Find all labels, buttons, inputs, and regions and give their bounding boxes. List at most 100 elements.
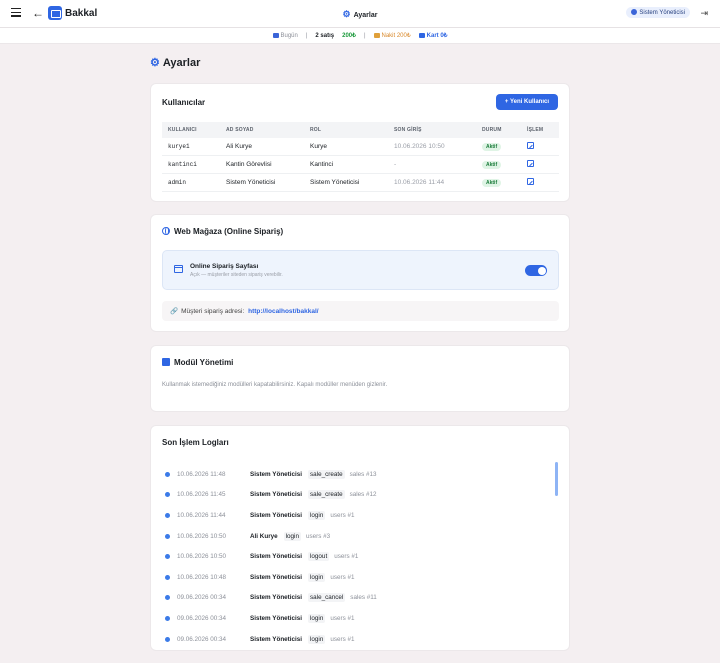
log-user: Sistem Yöneticisi (250, 553, 303, 561)
log-time: 09.06.2026 00:34 (177, 594, 227, 602)
log-item: 09.06.2026 00:34 Sistem Yöneticisi login us… (165, 608, 545, 629)
url-label: Müşteri sipariş adresi: (181, 308, 245, 315)
page-title: ⚙ Ayarlar (150, 56, 200, 69)
logout-icon[interactable]: ⇥ (700, 8, 708, 19)
users-card-title: Kullanıcılar (162, 98, 206, 107)
log-dot (165, 574, 170, 580)
log-list: 10.06.2026 11:48 Sistem Yöneticisi sale_cr… (165, 464, 545, 649)
cash-icon (373, 33, 380, 38)
last-login-cell: 10.06.2026 11:44 (388, 173, 476, 192)
order-url-row: 🔗 Müşteri sipariş adresi: http://localhos… (162, 301, 559, 321)
log-item: 09.06.2026 00:34 Sistem Yöneticisi sale_ca… (165, 588, 545, 609)
log-target: users #1 (330, 614, 355, 622)
log-time: 10.06.2026 10:48 (177, 573, 227, 581)
log-action: login (283, 531, 301, 541)
log-dot (165, 636, 170, 642)
user-chip[interactable]: Sistem Yöneticisi (626, 7, 690, 18)
total-amount: 200₺ (342, 33, 356, 39)
puzzle-icon (162, 358, 170, 366)
log-time: 10.06.2026 10:50 (177, 532, 227, 540)
log-action: logout (308, 552, 330, 562)
logs-card: Son İşlem Logları 10.06.2026 11:48 Sistem… (150, 425, 570, 651)
page-breadcrumb: ⚙ Ayarlar (0, 9, 720, 20)
card-stat: Kart 0₺ (418, 32, 448, 39)
action-cell (521, 173, 559, 192)
log-target: users #3 (305, 532, 331, 540)
full-name-cell: Ali Kurye (220, 138, 304, 156)
status-badge: Aktif (482, 160, 502, 169)
cash-label: Nakit 200₺ (381, 33, 411, 39)
edit-icon[interactable] (527, 160, 534, 167)
log-action: sale_cancel (308, 593, 346, 603)
col-header: İŞLEM (521, 122, 559, 138)
online-order-toggle[interactable] (525, 265, 547, 276)
web-store-title: Web Mağaza (Online Sipariş) (162, 227, 283, 236)
cash-stat: Nakit 200₺ (373, 32, 411, 39)
log-target: sales #11 (350, 594, 377, 602)
username-cell: kantinci (162, 155, 220, 174)
logs-title: Son İşlem Logları (162, 438, 229, 447)
log-target: users #1 (330, 635, 355, 643)
log-item: 10.06.2026 11:48 Sistem Yöneticisi sale_cr… (165, 464, 545, 485)
role-cell: Kurye (304, 138, 388, 156)
col-header: ROL (304, 122, 388, 138)
breadcrumb-label: Ayarlar (353, 12, 378, 19)
log-user: Sistem Yöneticisi (250, 470, 303, 478)
log-dot (165, 533, 170, 539)
log-target: sales #12 (349, 491, 377, 499)
col-header: DURUM (476, 122, 521, 138)
order-url-link[interactable]: http://localhost/bakkal/ (248, 308, 318, 315)
log-time: 10.06.2026 11:48 (177, 470, 226, 478)
user-name: Sistem Yöneticisi (639, 10, 685, 16)
log-user: Sistem Yöneticisi (250, 635, 303, 643)
log-dot (165, 615, 170, 621)
table-header-row: KULLANICI AD SOYAD ROL SON GİRİŞ DURUM İ… (162, 122, 559, 138)
store-icon (174, 265, 183, 273)
top-bar: ← Bakkal ⚙ Ayarlar Sistem Yöneticisi ⇥ (0, 0, 720, 28)
today-label: Bugün (280, 32, 298, 39)
action-cell (521, 155, 559, 174)
edit-icon[interactable] (527, 178, 534, 185)
log-dot (165, 471, 170, 477)
log-time: 10.06.2026 11:45 (177, 491, 226, 499)
logs-scrollbar[interactable] (555, 462, 558, 496)
log-target: users #1 (334, 553, 359, 561)
log-action: login (308, 613, 326, 623)
table-row: kurye1 Ali Kurye Kurye 10.06.2026 10:50 … (162, 138, 559, 156)
last-login-cell: - (388, 155, 476, 174)
separator: | (305, 32, 308, 39)
status-cell: Aktif (476, 138, 521, 156)
stats-bar: Bugün | 2 satış 200₺ | Nakit 200₺ Kart 0… (0, 28, 720, 44)
edit-icon[interactable] (527, 142, 534, 149)
log-user: Sistem Yöneticisi (250, 573, 303, 581)
username-cell: kurye1 (162, 138, 220, 156)
calendar-icon (272, 32, 279, 38)
today-stat: Bugün (272, 32, 298, 39)
action-cell (521, 138, 559, 156)
log-action: sale_create (308, 469, 345, 479)
log-target: users #1 (330, 573, 355, 581)
log-action: login (308, 634, 326, 644)
gear-icon: ⚙ (150, 57, 160, 69)
log-time: 10.06.2026 10:50 (177, 553, 227, 561)
card-label: Kart 0₺ (426, 33, 448, 39)
log-item: 10.06.2026 10:50 Ali Kurye login users #3 (165, 526, 545, 547)
log-time: 09.06.2026 00:34 (177, 614, 227, 622)
last-login-cell: 10.06.2026 10:50 (388, 138, 476, 156)
log-user: Sistem Yöneticisi (250, 491, 303, 499)
log-user: Ali Kurye (250, 532, 278, 540)
modules-note: Kullanmak istemediğiniz modülleri kapata… (162, 382, 388, 388)
status-badge: Aktif (482, 178, 502, 187)
users-table: KULLANICI AD SOYAD ROL SON GİRİŞ DURUM İ… (162, 122, 559, 192)
col-header: AD SOYAD (220, 122, 304, 138)
web-store-title-text: Web Mağaza (Online Sipariş) (174, 227, 284, 236)
log-user: Sistem Yöneticisi (250, 594, 303, 602)
gear-icon: ⚙ (342, 9, 351, 19)
modules-card: Modül Yönetimi Kullanmak istemediğiniz m… (150, 345, 570, 412)
log-dot (165, 554, 170, 560)
modules-title-text: Modül Yönetimi (174, 358, 234, 367)
username-cell: admin (162, 173, 220, 192)
log-user: Sistem Yöneticisi (250, 511, 303, 519)
separator: | (363, 32, 366, 39)
new-user-button[interactable]: + Yeni Kullanıcı (495, 94, 558, 110)
